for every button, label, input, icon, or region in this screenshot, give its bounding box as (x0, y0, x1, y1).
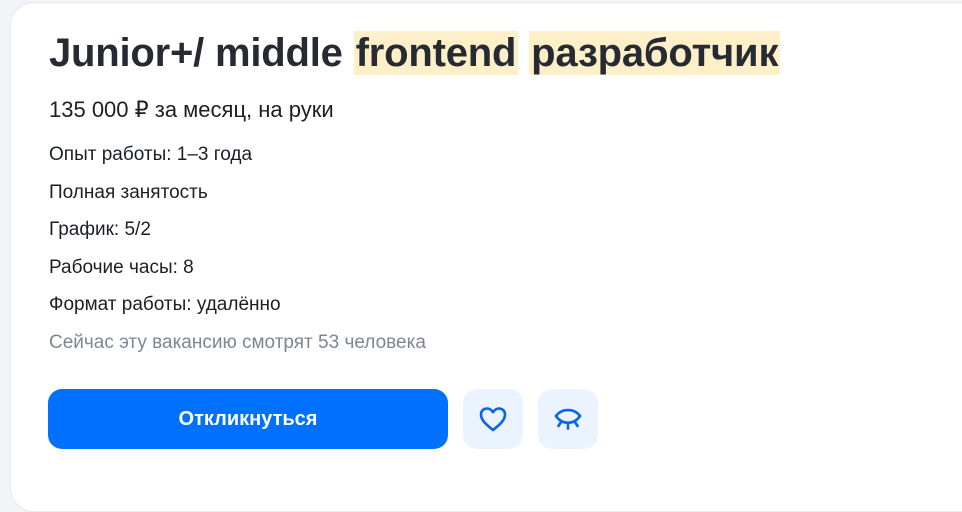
heart-icon (479, 407, 507, 432)
title-highlight-developer: разработчик (529, 31, 781, 75)
detail-schedule: График: 5/2 (49, 219, 151, 240)
hide-vacancy-button[interactable] (538, 389, 598, 449)
detail-employment: Полная занятость (49, 181, 208, 203)
detail-hours: Рабочие часы: 8 (49, 256, 194, 278)
vacancy-details: Опыт работы: 1–3 года Полная занятость Г… (49, 143, 281, 331)
detail-experience: Опыт работы: 1–3 года (49, 144, 253, 165)
viewers-count: Сейчас эту вакансию смотрят 53 человека (49, 332, 426, 353)
eye-closed-icon (554, 408, 582, 430)
vacancy-card: Junior+/ middle frontend разработчик 135… (10, 2, 962, 512)
favorite-button[interactable] (463, 389, 523, 449)
title-text: Junior+/ middle (49, 31, 343, 75)
salary: 135 000 ₽ за месяц, на руки (49, 97, 334, 122)
detail-work-format: Формат работы: удалённо (49, 294, 281, 315)
vacancy-title[interactable]: Junior+/ middle frontend разработчик (49, 29, 781, 77)
apply-button[interactable]: Откликнуться (48, 389, 448, 449)
title-highlight-frontend: frontend (353, 31, 519, 75)
